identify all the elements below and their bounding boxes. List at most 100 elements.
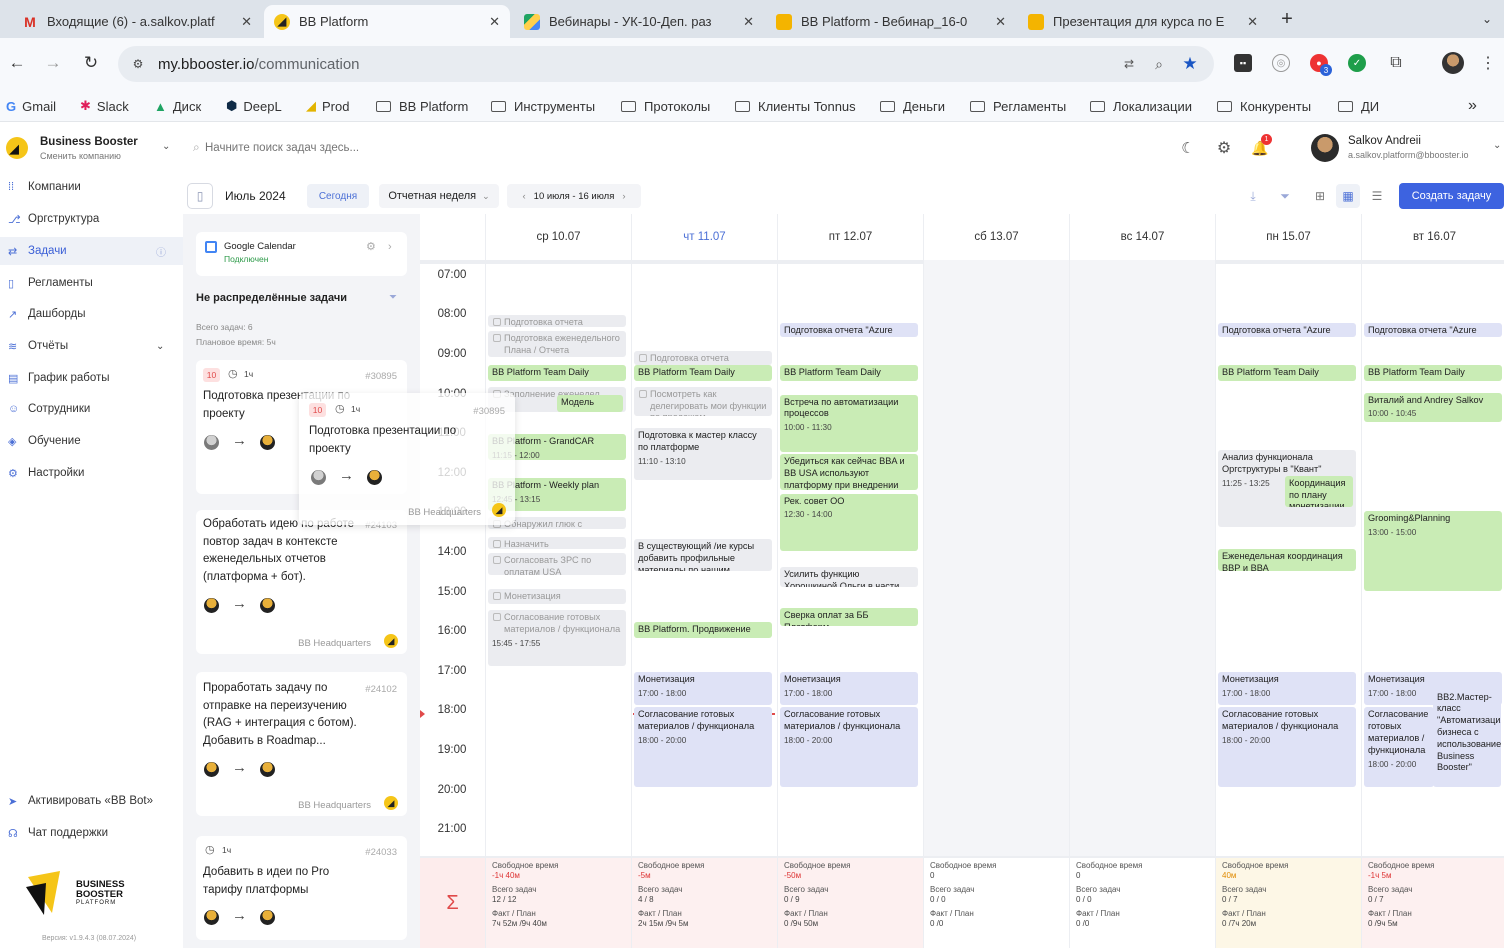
bookmark-folder-tools[interactable]: Инструменты xyxy=(491,90,595,122)
day-header[interactable]: ср 10.07 xyxy=(485,214,631,260)
calendar-event[interactable]: Grooming&Planning 13:00 - 15:00 xyxy=(1364,511,1502,591)
extensions-puzzle-icon[interactable]: ⧉ xyxy=(1386,53,1406,73)
calendar-event[interactable]: Монетизация 17:00 - 18:00 xyxy=(780,671,918,706)
calendar-event[interactable]: Согласовать ЗРС по оплатам USA xyxy=(488,553,626,575)
calendar-event[interactable]: Подготовка отчета xyxy=(488,315,626,328)
task-card[interactable]: #24103 Обработать идею по работе повтор … xyxy=(196,510,407,654)
tab-search-icon[interactable]: ⌄ xyxy=(1476,8,1498,30)
calendar-event[interactable]: Согласование готовых материалов / функци… xyxy=(1218,707,1356,787)
bookmark-disk[interactable]: ▲ Диск xyxy=(154,90,201,122)
bookmark-folder-localization[interactable]: Локализации xyxy=(1090,90,1192,122)
theme-toggle-icon[interactable]: ☾ xyxy=(1177,137,1199,159)
nav-org[interactable]: ⎇ Оргструктура xyxy=(0,205,183,233)
calendar-event[interactable]: Виталий and Andrey Salkov 10:00 - 10:45 xyxy=(1364,392,1502,423)
calendar-view-icon[interactable]: ▦ xyxy=(1336,184,1360,208)
calendar-event[interactable]: Подготовка отчета xyxy=(634,351,772,365)
nav-dashboards[interactable]: ↗ Дашборды xyxy=(0,300,183,328)
checkbox-icon[interactable] xyxy=(493,334,501,343)
bookmark-gmail[interactable]: G Gmail xyxy=(6,90,56,122)
globe-icon[interactable]: ◎ xyxy=(1272,54,1290,72)
bookmark-deepl[interactable]: ⬢ DeepL xyxy=(226,90,282,122)
site-info-icon[interactable]: ⚙ xyxy=(130,56,146,72)
close-icon[interactable]: ✕ xyxy=(1247,14,1258,30)
close-icon[interactable]: ✕ xyxy=(743,14,754,30)
chevron-down-icon[interactable]: ⌄ xyxy=(1493,140,1501,151)
calendar-event[interactable]: Координация по плану монетизации xyxy=(1285,475,1353,508)
back-icon[interactable]: ← xyxy=(6,52,28,74)
close-icon[interactable]: ✕ xyxy=(995,14,1006,30)
day-header[interactable]: пт 12.07 xyxy=(777,214,923,260)
day-header[interactable]: чт 11.07 xyxy=(631,214,777,260)
day-header[interactable]: вс 14.07 xyxy=(1069,214,1215,260)
bookmarks-overflow[interactable]: » xyxy=(1468,90,1477,122)
bookmark-prod[interactable]: ◢ Prod xyxy=(306,90,349,122)
browser-tab-bb-platform[interactable]: ◢ BB Platform ✕ xyxy=(264,5,510,38)
close-icon[interactable]: ✕ xyxy=(241,14,252,30)
calendar-event[interactable]: Согласование готовых материалов / функци… xyxy=(488,610,626,666)
menu-icon[interactable]: ⋮ xyxy=(1480,53,1496,73)
today-button[interactable]: Сегодня xyxy=(307,184,369,208)
calendar-event[interactable]: Подготовка отчета "Azure xyxy=(1218,323,1356,338)
close-icon[interactable]: ✕ xyxy=(489,14,500,30)
filter-icon[interactable]: ⏷ xyxy=(1273,184,1297,208)
browser-tab-webinars[interactable]: Вебинары - УК-10-Деп. раз ✕ xyxy=(514,5,764,38)
calendar-event[interactable]: BB Platform Team Daily9:15 - 9:45 xyxy=(1218,364,1356,381)
nav-tasks[interactable]: ⇄ Задачи ⓘ xyxy=(0,237,183,265)
chevron-left-icon[interactable]: ‹ xyxy=(522,191,525,202)
checkbox-icon[interactable] xyxy=(493,318,501,327)
calendar-event[interactable]: Назначить xyxy=(488,537,626,550)
bookmark-folder-di[interactable]: ДИ xyxy=(1338,90,1379,122)
bookmark-folder-competitors[interactable]: Конкуренты xyxy=(1217,90,1311,122)
day-header[interactable]: вт 16.07 xyxy=(1361,214,1504,260)
calendar-event[interactable]: Монетизация 17:00 - 18:00 xyxy=(634,671,772,706)
calendar-event[interactable]: Подготовка еженедельного Плана / Отчета xyxy=(488,331,626,357)
calendar-event[interactable]: Согласование готовых материалов / функци… xyxy=(634,707,772,787)
url-field[interactable]: ⚙ my.bbooster.io/communication ⇄ ⌕ ★ xyxy=(118,46,1214,82)
nav-staff[interactable]: ☺ Сотрудники xyxy=(0,395,183,423)
checkbox-icon[interactable] xyxy=(493,540,501,549)
grid-view-icon[interactable]: ⊞ xyxy=(1308,184,1332,208)
browser-tab-presentation[interactable]: Презентация для курса по E ✕ xyxy=(1018,5,1268,38)
bookmark-folder-clients[interactable]: Клиенты Tonnus xyxy=(735,90,856,122)
company-switcher[interactable]: ◢ Business Booster Сменить компанию ⌄ xyxy=(0,129,183,169)
checkbox-icon[interactable] xyxy=(493,591,501,600)
list-view-icon[interactable]: ☰ xyxy=(1365,184,1389,208)
extension-icon[interactable]: ▪▪ xyxy=(1234,54,1252,72)
calendar-event[interactable]: Монетизация xyxy=(488,588,626,605)
download-icon[interactable]: ⤓ xyxy=(1241,184,1265,208)
calendar-event[interactable]: Согласование готовых материалов / функци… xyxy=(780,707,918,787)
calendar-event[interactable]: Сверка оплат за ББ Платформ xyxy=(780,608,918,627)
calendar-event[interactable]: BB Platform. Продвижение xyxy=(634,622,772,639)
day-column[interactable] xyxy=(923,260,1069,856)
zoom-icon[interactable]: ⌕ xyxy=(1150,55,1168,73)
bookmark-folder-protocols[interactable]: Протоколы xyxy=(621,90,710,122)
filter-icon[interactable]: ⏷ xyxy=(389,292,397,303)
nav-learning[interactable]: ◈ Обучение xyxy=(0,427,183,455)
period-select[interactable]: Отчетная неделя ⌄ xyxy=(379,184,499,208)
calendar-event[interactable]: BB Platform Team Daily9:15 - 9:45 xyxy=(634,364,772,381)
translate-icon[interactable]: ⇄ xyxy=(1120,55,1138,73)
dragged-task-card[interactable]: 10 ◷ 1ч #30895 Подготовка презентации по… xyxy=(299,393,515,525)
bookmark-star-icon[interactable]: ★ xyxy=(1180,54,1200,74)
calendar-event[interactable]: Посмотреть как делегировать мои функции … xyxy=(634,386,772,417)
date-range-picker[interactable]: ‹ 10 июля - 16 июля › xyxy=(507,184,641,208)
calendar-event[interactable]: Рек. совет ОО 12:30 - 14:00 xyxy=(780,493,918,552)
checkbox-icon[interactable] xyxy=(639,354,647,363)
calendar-event[interactable]: В существующий /ие курсы добавить профил… xyxy=(634,539,772,571)
bookmark-folder-rules[interactable]: Регламенты xyxy=(970,90,1066,122)
google-calendar-card[interactable]: Google Calendar Подключен ⚙ › xyxy=(196,232,407,276)
calendar-event[interactable]: Еженедельная координация ВВР и ВВА xyxy=(1218,549,1356,571)
bookmark-slack[interactable]: ✱ Slack xyxy=(80,90,129,122)
calendar-event[interactable]: Встреча по автоматизации процессов 10:00 … xyxy=(780,394,918,453)
calendar-event[interactable]: Модель xyxy=(557,394,623,413)
calendar-event[interactable]: Подготовка отчета "Azure xyxy=(1364,323,1502,338)
check-extension-icon[interactable]: ✓ xyxy=(1348,54,1366,72)
calendar-event[interactable]: Согласование готовых материалов / функци… xyxy=(1364,707,1434,787)
settings-gear-icon[interactable]: ⚙ xyxy=(1213,137,1235,159)
checkbox-icon[interactable] xyxy=(639,389,647,398)
forward-icon[interactable]: → xyxy=(42,52,64,74)
calendar-event[interactable]: BB Platform Team Daily xyxy=(780,364,918,381)
nav-settings[interactable]: ⚙ Настройки xyxy=(0,459,183,487)
calendar-event[interactable]: Усилить функцию Хорошкиной Ольги в части xyxy=(780,566,918,587)
calendar-event[interactable]: BB2.Мастер-класс "Автоматизация бизнеса … xyxy=(1433,689,1501,787)
